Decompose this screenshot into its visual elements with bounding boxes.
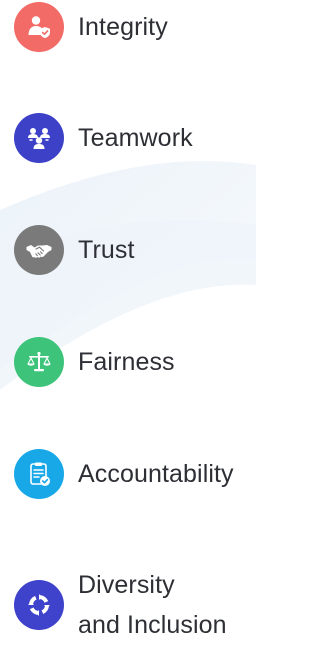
value-label: Fairness <box>78 348 175 376</box>
user-shield-icon <box>14 2 64 52</box>
value-fairness: Fairness <box>14 337 254 387</box>
value-trust: Trust <box>14 225 254 275</box>
value-label: Integrity <box>78 13 168 41</box>
value-label-line-2: and Inclusion <box>78 611 227 639</box>
value-label-line-1: Diversity <box>78 571 175 599</box>
value-label: Accountability <box>78 460 234 488</box>
team-icon <box>14 113 64 163</box>
value-label: Teamwork <box>78 124 193 152</box>
value-diversity-and-inclusion: Diversity and Inclusion <box>14 565 254 645</box>
value-accountability: Accountability <box>14 449 254 499</box>
values-list: Integrity Teamwork Trust Fairness Accoun… <box>0 0 256 639</box>
clipboard-check-icon <box>14 449 64 499</box>
scales-icon <box>14 337 64 387</box>
value-teamwork: Teamwork <box>14 113 254 163</box>
value-integrity: Integrity <box>14 2 254 52</box>
circle-arrows-icon <box>14 580 64 630</box>
value-label: Trust <box>78 236 135 264</box>
handshake-icon <box>14 225 64 275</box>
